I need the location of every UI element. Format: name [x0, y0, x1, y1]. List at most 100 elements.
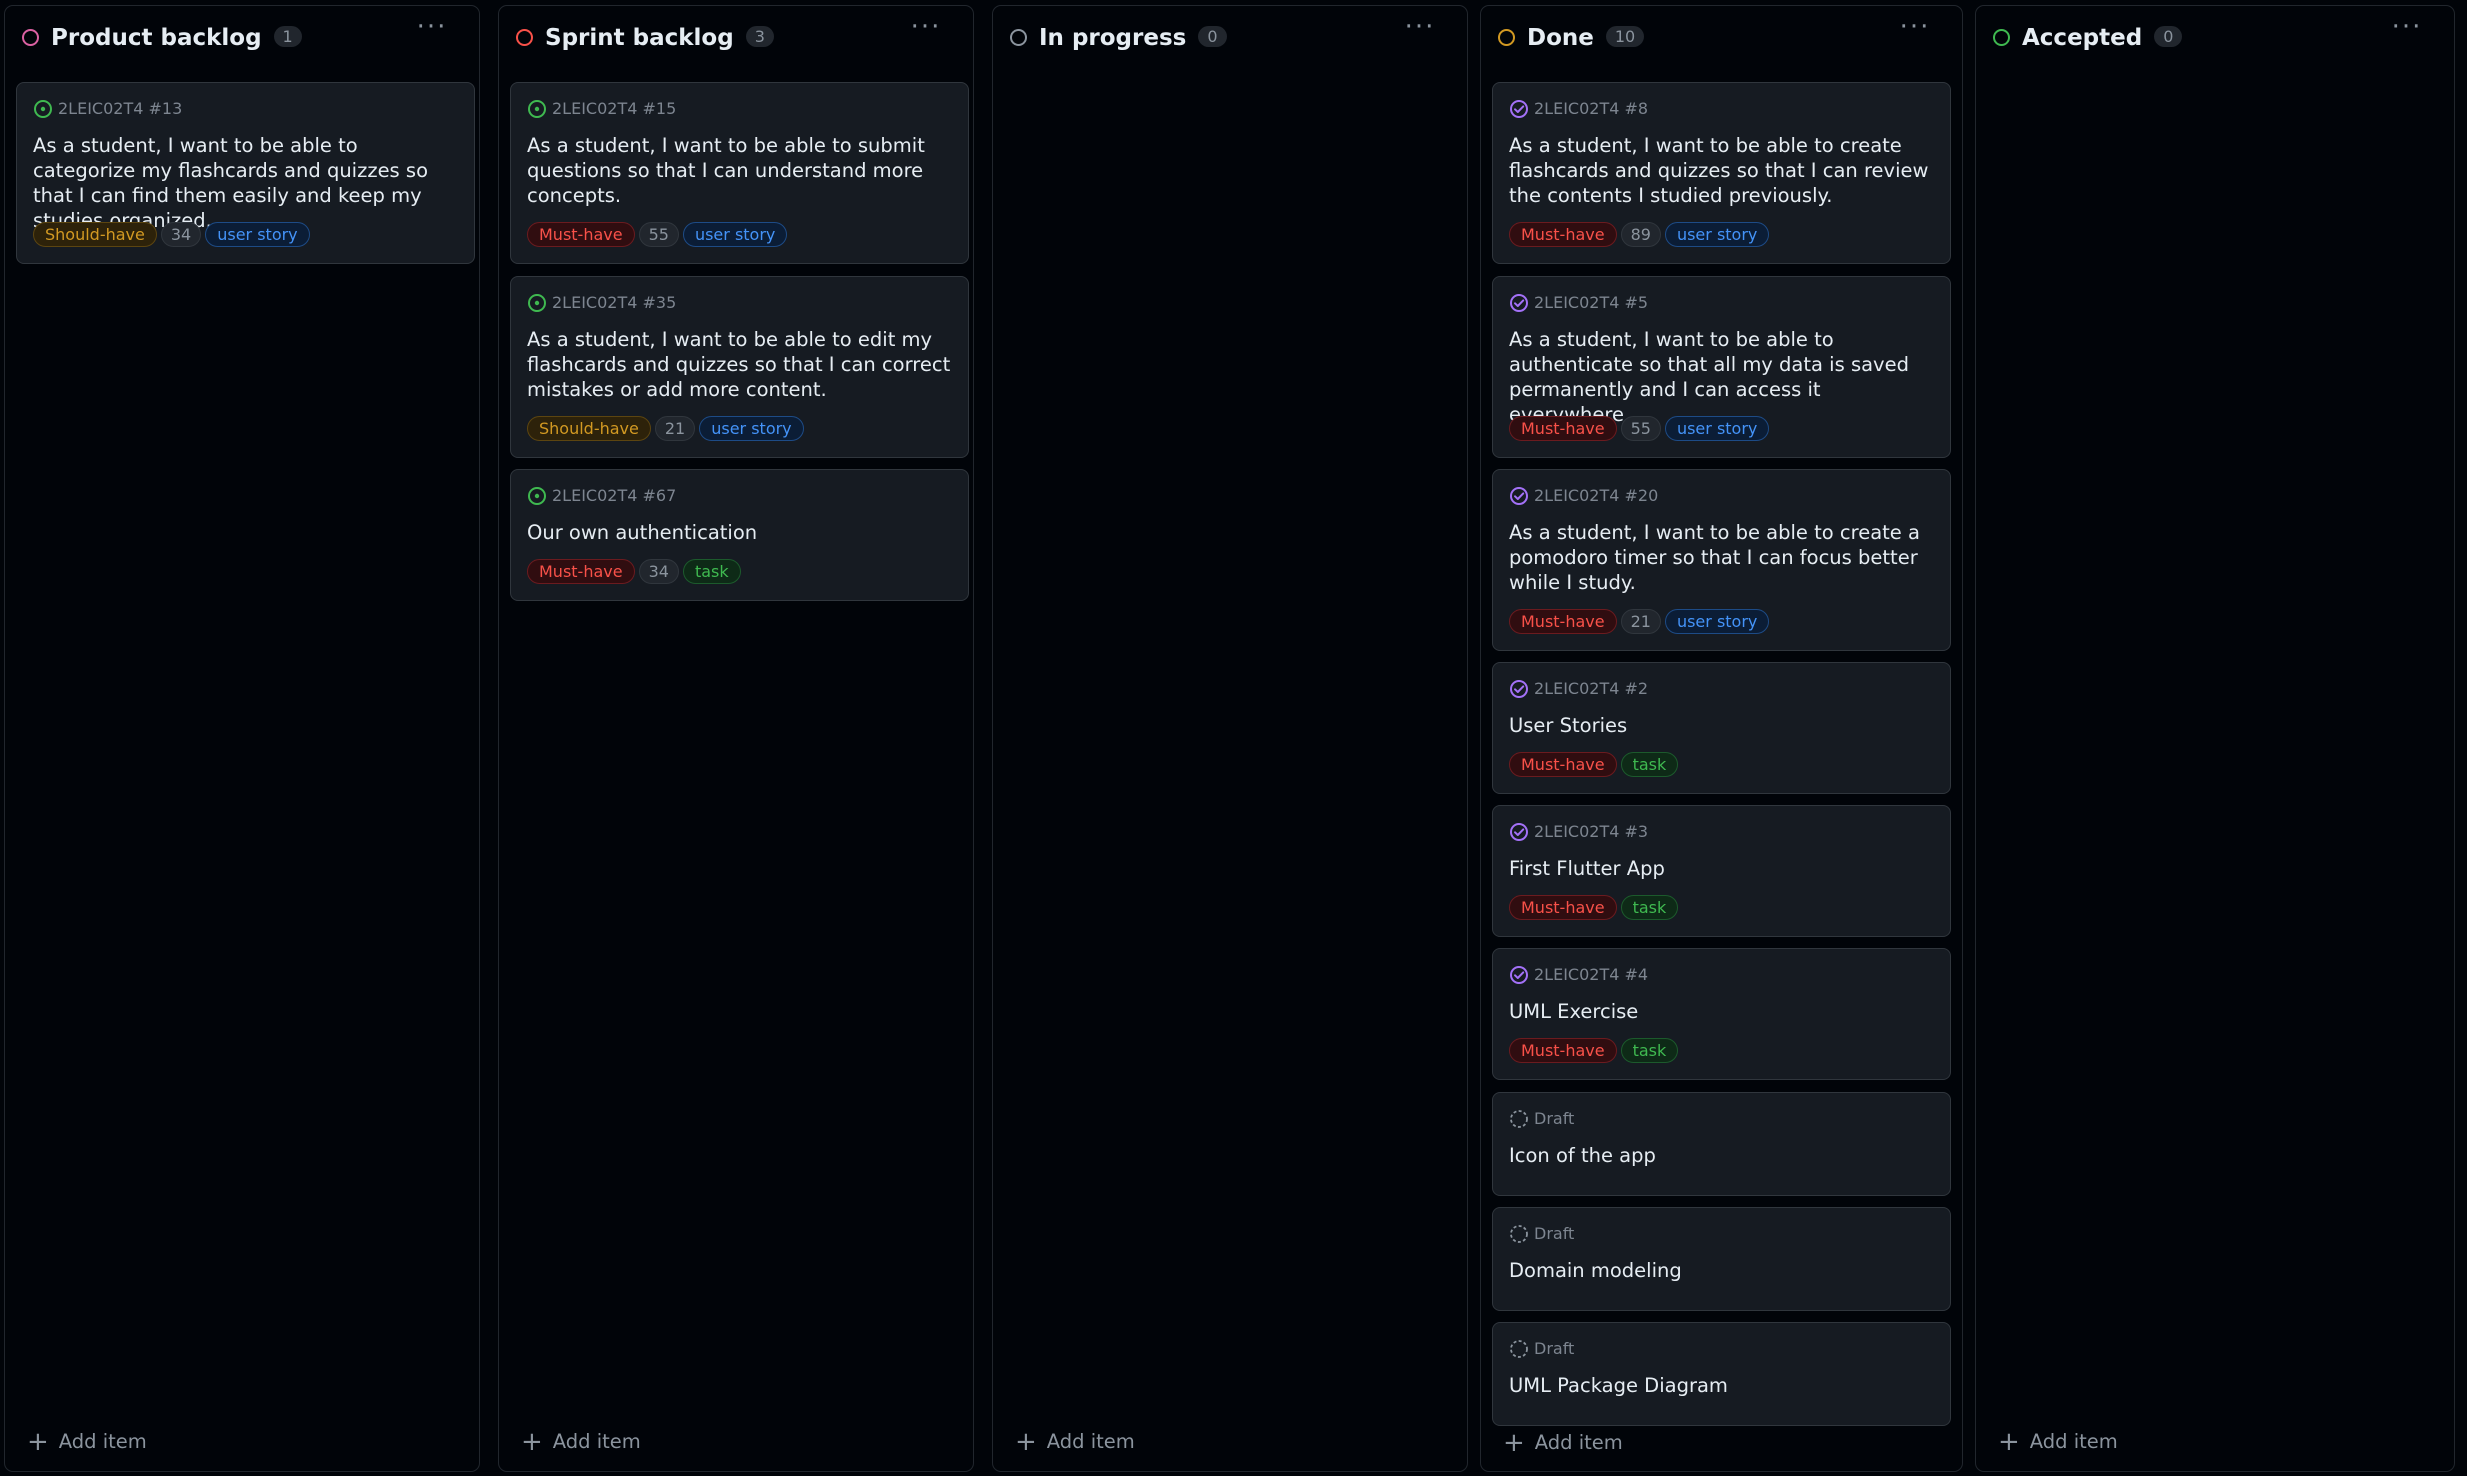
add-item-label: Add item: [552, 1430, 641, 1453]
label-badge[interactable]: Must-have: [1509, 609, 1617, 634]
board-card[interactable]: 2LEIC02T4 #2 User Stories Must-have task: [1492, 662, 1951, 794]
label-badge[interactable]: Must-have: [1509, 895, 1617, 920]
label-badge[interactable]: task: [682, 559, 741, 584]
card-meta: 2LEIC02T4 #5: [1509, 293, 1648, 313]
card-title[interactable]: UML Package Diagram: [1509, 1373, 1936, 1398]
card-title[interactable]: UML Exercise: [1509, 999, 1936, 1024]
board-card[interactable]: 2LEIC02T4 #20 As a student, I want to be …: [1492, 469, 1951, 651]
estimate-badge[interactable]: 34: [160, 222, 202, 247]
label-badge[interactable]: Should-have: [527, 416, 651, 441]
card-issue-ref[interactable]: Draft: [1534, 1224, 1574, 1243]
card-issue-ref[interactable]: 2LEIC02T4 #5: [1534, 293, 1648, 312]
card-issue-ref[interactable]: 2LEIC02T4 #67: [552, 486, 676, 505]
card-title[interactable]: Our own authentication: [527, 520, 954, 545]
add-item-label: Add item: [2029, 1430, 2118, 1453]
label-badge[interactable]: task: [1620, 752, 1679, 777]
label-badge[interactable]: task: [1620, 895, 1679, 920]
column-menu-kebab-icon[interactable]: ···: [1898, 14, 1932, 44]
card-issue-ref[interactable]: 2LEIC02T4 #35: [552, 293, 676, 312]
column-title-text: Sprint backlog: [545, 25, 734, 51]
card-labels: Should-have 34 user story: [33, 222, 314, 247]
column-menu-kebab-icon[interactable]: ···: [1403, 14, 1437, 44]
card-labels: Must-have 89 user story: [1509, 222, 1773, 247]
add-item-label: Add item: [1534, 1431, 1623, 1454]
draft-issue-icon: [1509, 1224, 1529, 1244]
board-card[interactable]: 2LEIC02T4 #15 As a student, I want to be …: [510, 82, 969, 264]
card-meta: Draft: [1509, 1224, 1574, 1244]
board-card[interactable]: 2LEIC02T4 #8 As a student, I want to be a…: [1492, 82, 1951, 264]
board-card[interactable]: 2LEIC02T4 #13 As a student, I want to be …: [16, 82, 475, 264]
add-item-button[interactable]: + Add item: [27, 1427, 147, 1457]
column-menu-kebab-icon[interactable]: ···: [415, 14, 449, 44]
column-title: Sprint backlog 3: [545, 25, 774, 51]
label-badge[interactable]: Must-have: [527, 559, 635, 584]
add-item-button[interactable]: + Add item: [521, 1427, 641, 1457]
estimate-badge[interactable]: 21: [1620, 609, 1661, 634]
label-badge[interactable]: user story: [699, 416, 804, 441]
card-title[interactable]: As a student, I want to be able to categ…: [33, 133, 460, 233]
card-title[interactable]: As a student, I want to be able to authe…: [1509, 327, 1936, 427]
label-badge[interactable]: user story: [205, 222, 310, 247]
add-item-label: Add item: [58, 1430, 147, 1453]
card-issue-ref[interactable]: 2LEIC02T4 #4: [1534, 965, 1648, 984]
estimate-badge[interactable]: 21: [654, 416, 696, 441]
label-badge[interactable]: user story: [1664, 416, 1770, 441]
board-card[interactable]: Draft Icon of the app: [1492, 1092, 1951, 1196]
card-title[interactable]: Icon of the app: [1509, 1143, 1936, 1168]
card-issue-ref[interactable]: 2LEIC02T4 #13: [58, 99, 182, 118]
label-badge[interactable]: Must-have: [1509, 222, 1617, 247]
estimate-badge[interactable]: 34: [638, 559, 679, 584]
card-labels: Must-have 34 task: [527, 559, 745, 584]
board-card[interactable]: 2LEIC02T4 #4 UML Exercise Must-have task: [1492, 948, 1951, 1080]
board-card[interactable]: 2LEIC02T4 #3 First Flutter App Must-have ta…: [1492, 805, 1951, 937]
label-badge[interactable]: user story: [1664, 609, 1770, 634]
label-badge[interactable]: Must-have: [1509, 416, 1617, 441]
card-title[interactable]: As a student, I want to be able to edit …: [527, 327, 954, 402]
plus-icon: +: [27, 1427, 49, 1457]
board-card[interactable]: 2LEIC02T4 #67 Our own authentication Must-…: [510, 469, 969, 601]
board-card[interactable]: Draft UML Package Diagram: [1492, 1322, 1951, 1426]
card-labels: Must-have task: [1509, 895, 1682, 920]
label-badge[interactable]: user story: [1664, 222, 1770, 247]
card-title[interactable]: As a student, I want to be able to creat…: [1509, 520, 1936, 595]
plus-icon: +: [521, 1427, 543, 1457]
card-title[interactable]: User Stories: [1509, 713, 1936, 738]
draft-issue-icon: [1509, 1339, 1529, 1359]
label-badge[interactable]: Must-have: [527, 222, 635, 247]
card-issue-ref[interactable]: 2LEIC02T4 #8: [1534, 99, 1648, 118]
card-issue-ref[interactable]: 2LEIC02T4 #20: [1534, 486, 1658, 505]
card-meta: 2LEIC02T4 #67: [527, 486, 676, 506]
column-item-count: 3: [745, 26, 774, 47]
card-title[interactable]: As a student, I want to be able to creat…: [1509, 133, 1936, 208]
card-issue-ref[interactable]: 2LEIC02T4 #3: [1534, 822, 1648, 841]
card-issue-ref[interactable]: 2LEIC02T4 #15: [552, 99, 676, 118]
board-column-product-backlog: Product backlog 1 ··· 2LEIC02T4 #13 As a stu…: [4, 5, 480, 1472]
label-badge[interactable]: user story: [682, 222, 788, 247]
card-meta: 2LEIC02T4 #20: [1509, 486, 1658, 506]
card-labels: Must-have task: [1509, 1038, 1682, 1063]
project-board: Product backlog 1 ··· 2LEIC02T4 #13 As a stu…: [0, 0, 2467, 1476]
label-badge[interactable]: Should-have: [33, 222, 157, 247]
board-card[interactable]: 2LEIC02T4 #5 As a student, I want to be a…: [1492, 276, 1951, 458]
add-item-button[interactable]: + Add item: [1998, 1427, 2118, 1457]
card-issue-ref[interactable]: Draft: [1534, 1109, 1574, 1128]
board-card[interactable]: 2LEIC02T4 #35 As a student, I want to be …: [510, 276, 969, 458]
estimate-badge[interactable]: 89: [1620, 222, 1661, 247]
card-title[interactable]: First Flutter App: [1509, 856, 1936, 881]
label-badge[interactable]: task: [1620, 1038, 1679, 1063]
label-badge[interactable]: Must-have: [1509, 1038, 1617, 1063]
column-menu-kebab-icon[interactable]: ···: [909, 14, 943, 44]
estimate-badge[interactable]: 55: [1620, 416, 1661, 441]
add-item-button[interactable]: + Add item: [1503, 1428, 1623, 1458]
card-issue-ref[interactable]: 2LEIC02T4 #2: [1534, 679, 1648, 698]
column-menu-kebab-icon[interactable]: ···: [2390, 14, 2424, 44]
card-meta: Draft: [1509, 1109, 1574, 1129]
card-title[interactable]: As a student, I want to be able to submi…: [527, 133, 954, 208]
estimate-badge[interactable]: 55: [638, 222, 679, 247]
add-item-button[interactable]: + Add item: [1015, 1427, 1135, 1457]
card-issue-ref[interactable]: Draft: [1534, 1339, 1574, 1358]
draft-issue-icon: [1509, 1109, 1529, 1129]
label-badge[interactable]: Must-have: [1509, 752, 1617, 777]
card-title[interactable]: Domain modeling: [1509, 1258, 1936, 1283]
board-card[interactable]: Draft Domain modeling: [1492, 1207, 1951, 1311]
